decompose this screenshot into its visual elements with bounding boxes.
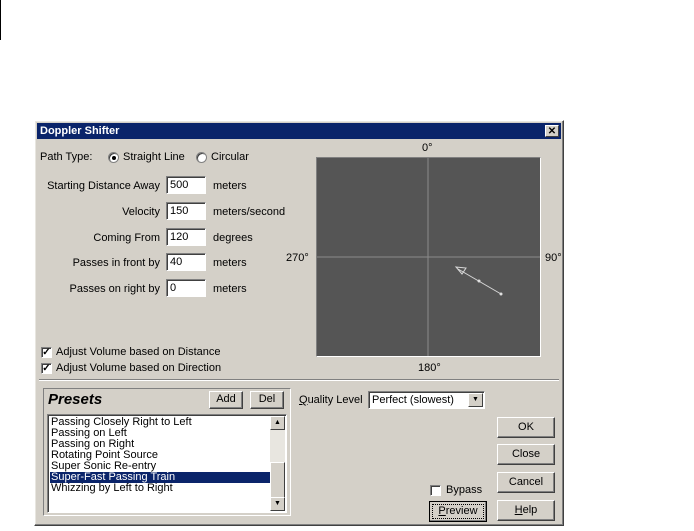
radio-straight-line-label[interactable]: Straight Line — [123, 151, 185, 163]
quality-level-select[interactable]: Perfect (slowest) ▼ — [368, 391, 485, 409]
adjust-direction-label[interactable]: Adjust Volume based on Direction — [56, 362, 221, 374]
source-point — [499, 292, 503, 296]
passes-front-label: Passes in front by — [72, 257, 160, 269]
starting-distance-input[interactable]: 500 — [166, 176, 206, 194]
compass-90-label: 90° — [545, 252, 562, 264]
compass-0-label: 0° — [422, 142, 433, 154]
passes-front-input[interactable]: 40 — [166, 253, 206, 271]
page-edge-mark — [0, 0, 1, 40]
quality-label-rest: uality Level — [307, 394, 363, 406]
path-display[interactable] — [316, 157, 541, 357]
starting-distance-label: Starting Distance Away — [47, 180, 160, 192]
scroll-down-icon[interactable]: ▼ — [270, 497, 285, 511]
adjust-distance-label[interactable]: Adjust Volume based on Distance — [56, 346, 221, 358]
help-mnemonic: H — [514, 504, 523, 516]
window-title: Doppler Shifter — [40, 125, 120, 137]
radio-selected-dot — [112, 156, 116, 160]
separator — [39, 379, 559, 381]
add-preset-button[interactable]: Add — [209, 391, 243, 409]
velocity-input[interactable]: 150 — [166, 202, 206, 220]
del-preset-button[interactable]: Del — [250, 391, 284, 409]
title-bar: Doppler Shifter ✕ — [37, 123, 561, 139]
preview-label-rest: review — [445, 505, 478, 517]
path-type-label: Path Type: — [40, 151, 93, 163]
path-display-svg — [317, 158, 540, 356]
presets-title: Presets — [48, 391, 103, 408]
radio-straight-line[interactable] — [108, 152, 119, 163]
passes-right-unit: meters — [213, 283, 247, 295]
help-label-rest: elp — [522, 504, 538, 516]
ok-button[interactable]: OK — [497, 417, 555, 438]
preview-mnemonic: P — [438, 505, 446, 517]
velocity-label: Velocity — [122, 206, 160, 218]
compass-270-label: 270° — [286, 252, 309, 264]
scroll-up-icon[interactable]: ▲ — [270, 416, 285, 430]
quality-level-label: Quality Level — [299, 394, 363, 406]
listener-point — [477, 279, 481, 283]
preset-item[interactable]: Whizzing by Left to Right — [50, 483, 273, 494]
velocity-unit: meters/second — [213, 206, 286, 218]
radio-circular-label[interactable]: Circular — [211, 151, 249, 163]
presets-scrollbar[interactable]: ▲ ▼ — [270, 416, 285, 511]
passes-right-input[interactable]: 0 — [166, 279, 206, 297]
chevron-down-icon[interactable]: ▼ — [468, 393, 483, 407]
close-icon[interactable]: ✕ — [545, 125, 559, 137]
presets-list[interactable]: Passing Closely Right to Left Passing on… — [47, 414, 287, 513]
close-button[interactable]: Close — [497, 444, 555, 465]
help-button[interactable]: Help — [497, 500, 555, 521]
coming-from-unit: degrees — [213, 232, 253, 244]
cancel-button[interactable]: Cancel — [497, 472, 555, 493]
passes-right-label: Passes on right by — [69, 283, 161, 295]
preview-button[interactable]: Preview — [429, 501, 487, 522]
doppler-shifter-dialog: Doppler Shifter ✕ Path Type: Straight Li… — [34, 120, 564, 526]
coming-from-input[interactable]: 120 — [166, 228, 206, 246]
passes-front-unit: meters — [213, 257, 247, 269]
adjust-distance-checkbox[interactable]: ✓ — [41, 347, 52, 358]
quality-mnemonic: Q — [299, 394, 308, 406]
bypass-checkbox[interactable] — [430, 485, 441, 496]
adjust-direction-checkbox[interactable]: ✓ — [41, 363, 52, 374]
coming-from-label: Coming From — [93, 232, 160, 244]
bypass-label[interactable]: Bypass — [446, 484, 482, 496]
starting-distance-unit: meters — [213, 180, 247, 192]
compass-180-label: 180° — [418, 362, 441, 374]
scroll-thumb[interactable] — [270, 462, 285, 498]
radio-circular[interactable] — [196, 152, 207, 163]
quality-level-value: Perfect (slowest) — [372, 394, 454, 406]
